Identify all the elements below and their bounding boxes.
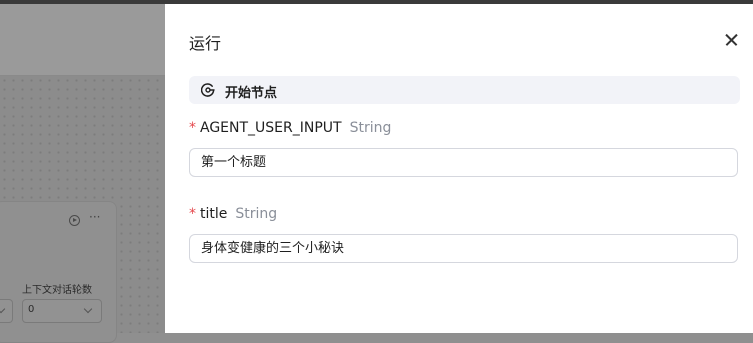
context-rounds-select: 0 (22, 299, 102, 323)
chevron-down-icon (83, 304, 93, 314)
required-mark: * (189, 206, 196, 222)
start-node-section: 开始节点 (189, 76, 740, 104)
left-select (0, 299, 13, 323)
context-rounds-value: 0 (28, 304, 35, 315)
run-drawer: 运行 开始节点 *AGENT_USER_INPUTString *titleSt… (165, 4, 753, 333)
title-field[interactable] (189, 234, 738, 263)
required-mark: * (189, 120, 196, 136)
background-header (0, 4, 165, 76)
field-type: String (235, 206, 278, 222)
drawer-title: 运行 (189, 34, 222, 53)
field-name: AGENT_USER_INPUT (200, 120, 342, 136)
context-rounds-label: 上下文对话轮数 (22, 285, 92, 296)
background-llm-node: ··· 上下文对话轮数 0 (0, 201, 117, 343)
field-label-agent-user-input: * AGENT_USER_INPUT String (189, 120, 391, 136)
field-type: String (349, 120, 392, 136)
field-label-title: * title String (189, 206, 277, 222)
play-circle-icon (69, 215, 80, 226)
section-label: 开始节点 (225, 86, 278, 101)
start-node-icon (201, 83, 215, 97)
agent-user-input-field[interactable] (189, 148, 738, 177)
close-icon[interactable] (722, 30, 742, 50)
more-icon: ··· (89, 210, 101, 224)
field-name: title (200, 206, 228, 222)
